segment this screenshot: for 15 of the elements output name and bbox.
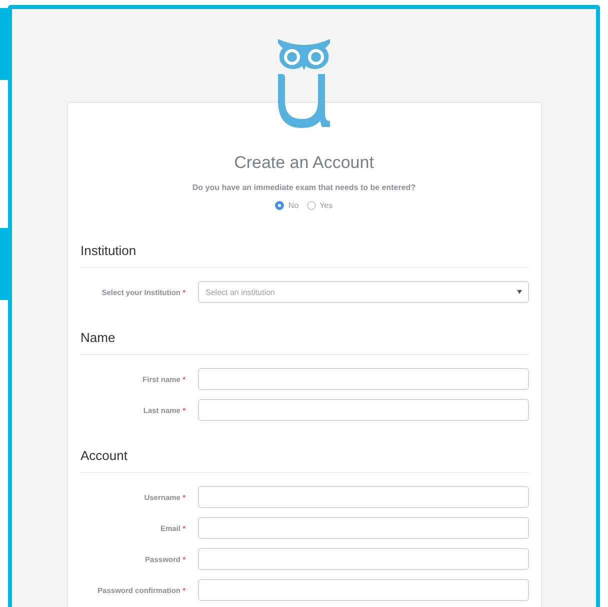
input-field[interactable] (198, 399, 528, 421)
radio-option[interactable]: Yes (306, 201, 333, 210)
caret-icon (516, 290, 522, 294)
input-field[interactable] (198, 517, 528, 539)
input-field[interactable] (198, 548, 528, 570)
input-field[interactable] (198, 486, 528, 508)
form-title: Create an Account (233, 153, 375, 173)
exam-question: Do you have an immediate exam that needs to be entered? (191, 183, 417, 192)
institution-select[interactable]: Select an institution (198, 281, 528, 303)
input-field[interactable] (198, 579, 528, 601)
section-heading: Name (80, 330, 528, 355)
section-heading: Account (80, 448, 528, 473)
input-field[interactable] (198, 368, 528, 390)
section-heading: Institution (80, 243, 528, 268)
radio-option[interactable]: No (275, 201, 299, 210)
